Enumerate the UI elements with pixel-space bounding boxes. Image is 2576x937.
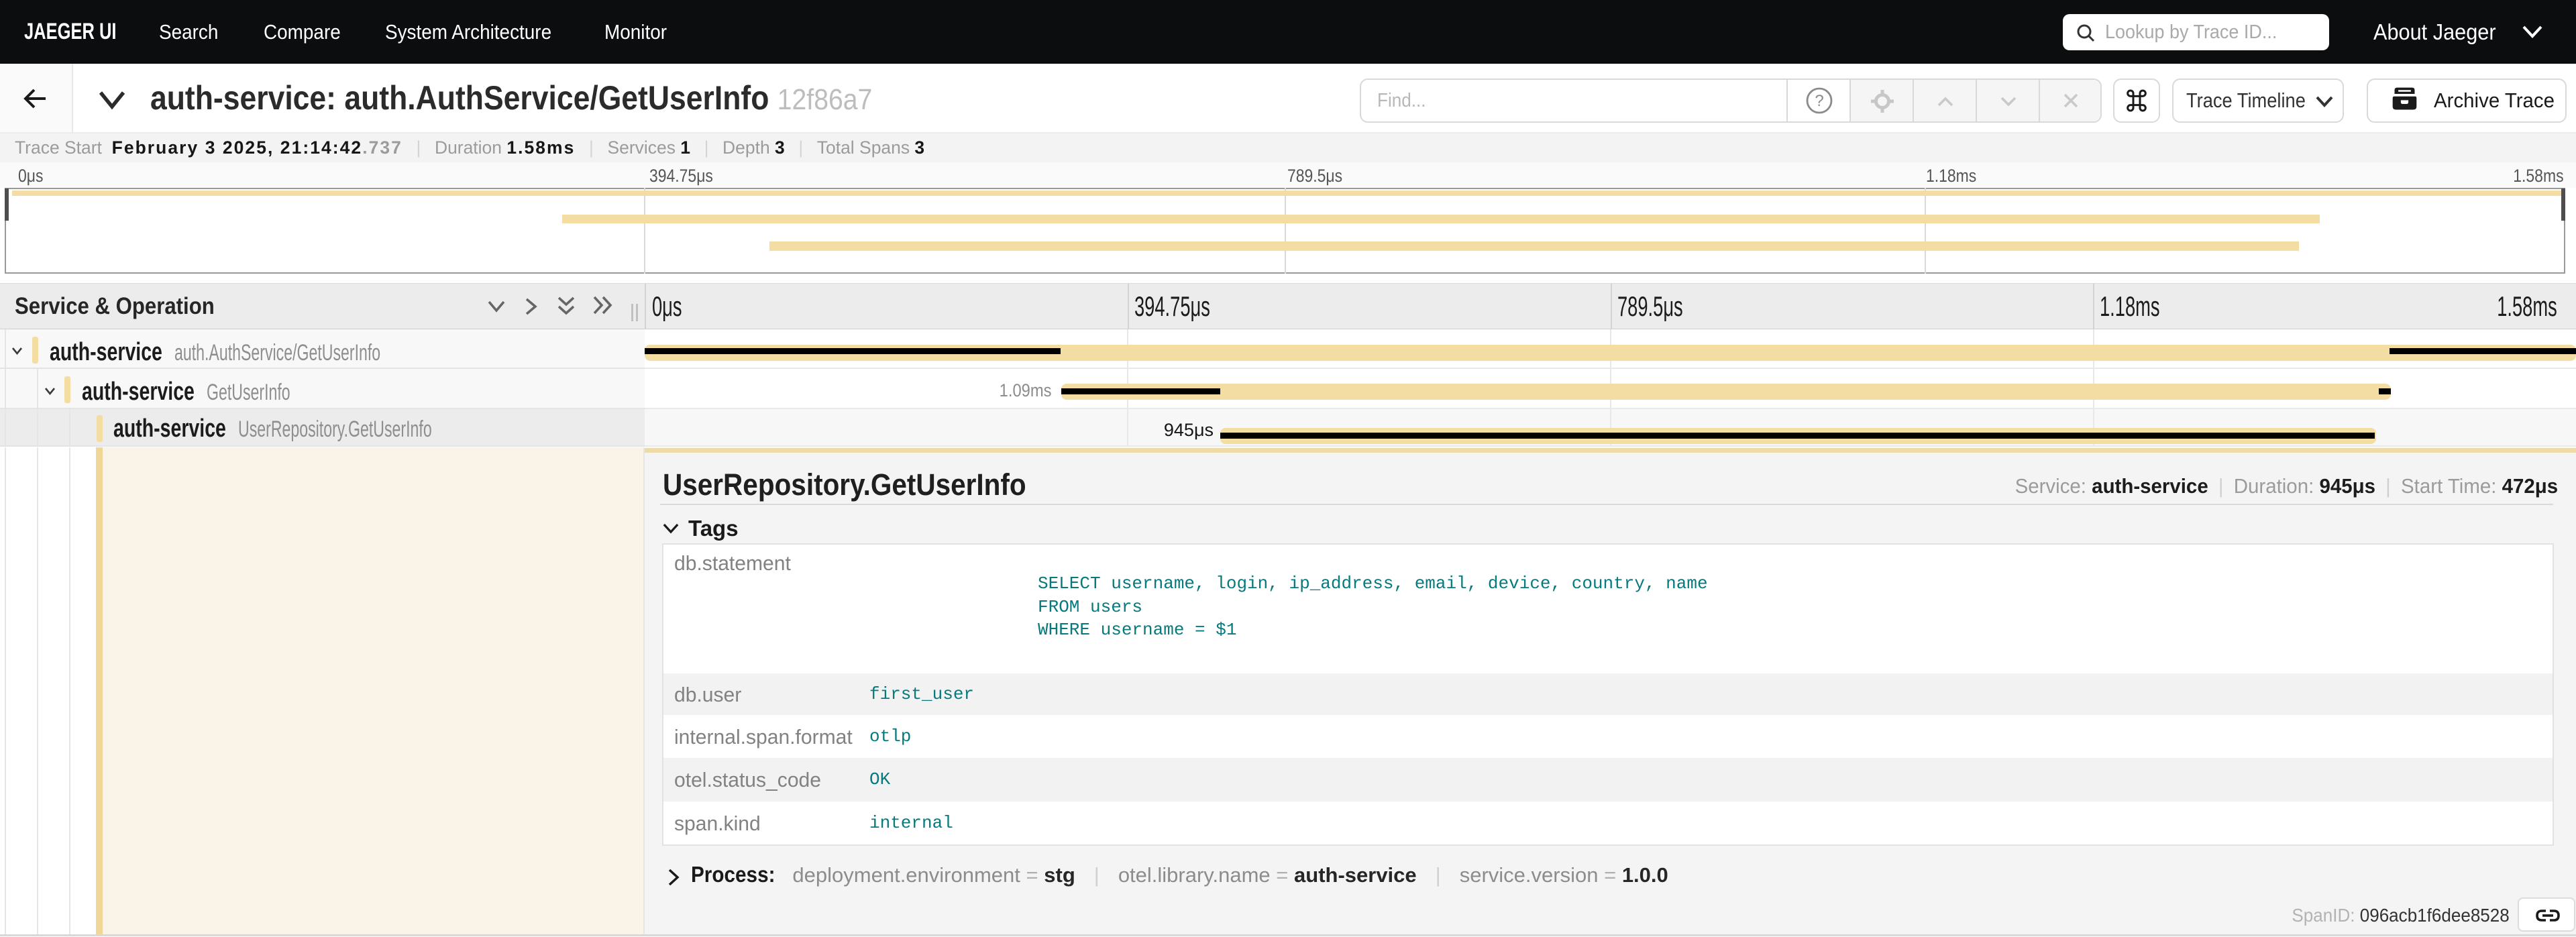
svg-text:?: ? — [1815, 92, 1823, 110]
